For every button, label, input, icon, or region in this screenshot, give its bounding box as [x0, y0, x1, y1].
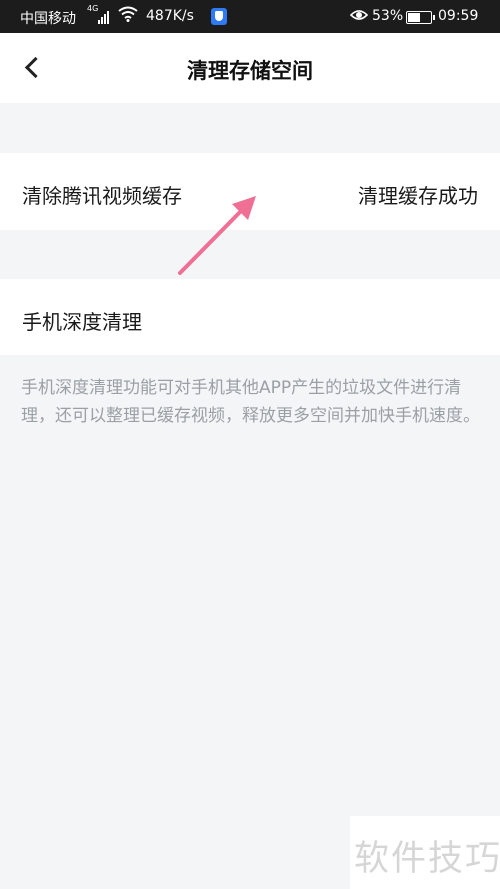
deep-clean-row[interactable]: 手机深度清理: [0, 279, 500, 355]
eye-icon: [349, 8, 369, 26]
watermark: 软件技巧: [350, 816, 500, 889]
clock: 09:59: [438, 8, 479, 24]
clear-cache-label: 清除腾讯视频缓存: [22, 184, 182, 208]
status-bar: 中国移动 4G 487K/s 53% 09:59: [0, 0, 500, 33]
deep-clean-description: 手机深度清理功能可对手机其他APP产生的垃圾文件进行清理，还可以整理已缓存视频，…: [21, 378, 480, 426]
battery-icon: [406, 11, 435, 24]
network-speed: 487K/s: [146, 8, 194, 24]
page-title: 清理存储空间: [187, 59, 313, 83]
clear-cache-row[interactable]: 清除腾讯视频缓存 清理缓存成功: [0, 153, 500, 230]
clear-cache-status: 清理缓存成功: [358, 184, 478, 208]
network-type: 4G: [87, 4, 99, 13]
pointer-arrow-annotation: [178, 196, 256, 275]
deep-clean-label: 手机深度清理: [22, 310, 142, 334]
signal-icon: [98, 10, 112, 24]
battery-percentage: 53%: [372, 8, 404, 24]
carrier-name: 中国移动: [20, 11, 76, 27]
watermark-text: 软件技巧: [354, 839, 500, 879]
wifi-icon: [118, 6, 138, 26]
nav-header: 清理存储空间: [0, 33, 500, 103]
shield-icon: [211, 8, 227, 25]
